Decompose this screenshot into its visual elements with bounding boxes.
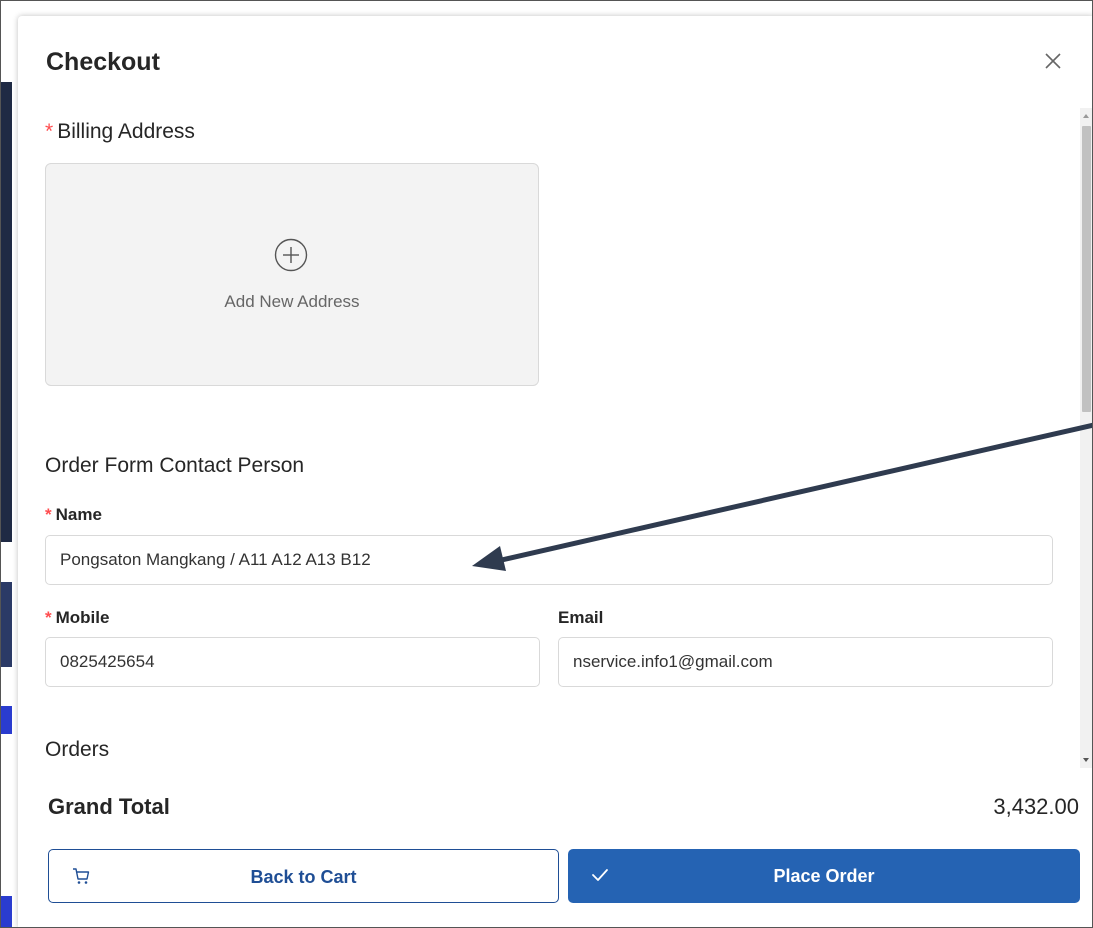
modal-title: Checkout [46,48,160,76]
close-icon [1045,53,1061,69]
background-page-strip [0,0,12,928]
place-order-button[interactable]: Place Order [568,849,1080,903]
email-label: Email [558,608,604,627]
required-mark: * [45,608,52,627]
grand-total-label: Grand Total [48,794,170,819]
mobile-label: * Mobile [45,608,109,628]
background-blue-band [0,896,12,928]
billing-address-text: Billing Address [57,120,195,143]
close-button[interactable] [1042,50,1064,72]
grand-total-value: 3,432.00 [993,794,1079,819]
background-blue-band [0,706,12,734]
back-to-cart-button[interactable]: Back to Cart [48,849,559,903]
back-to-cart-label: Back to Cart [250,867,357,887]
orders-section-label: Orders [45,738,110,761]
checkout-modal: Checkout * Billing Address Add New Addres… [18,16,1093,928]
mobile-label-text: Mobile [55,608,110,627]
mobile-input[interactable]: 0825425654 [45,637,540,687]
background-dark-band [0,582,12,667]
scrollbar-thumb[interactable] [1082,126,1091,412]
name-label-text: Name [55,505,102,524]
name-input[interactable]: Pongsaton Mangkang / A11 A12 A13 B12 [45,535,1053,585]
scroll-up-arrow[interactable] [1083,114,1089,118]
required-mark: * [45,120,54,143]
add-new-address-card[interactable]: Add New Address [45,163,539,386]
email-input[interactable]: nservice.info1@gmail.com [558,637,1053,687]
required-mark: * [45,505,52,524]
place-order-label: Place Order [773,866,875,886]
contact-section-label: Order Form Contact Person [45,454,305,477]
add-new-address-label: Add New Address [224,292,360,311]
name-label: * Name [45,505,102,525]
scroll-down-arrow[interactable] [1083,758,1089,762]
billing-address-label: * Billing Address [45,120,195,144]
background-dark-band [0,82,12,542]
plus-circle-icon [274,238,308,272]
modal-scrollbar[interactable] [1080,108,1093,768]
